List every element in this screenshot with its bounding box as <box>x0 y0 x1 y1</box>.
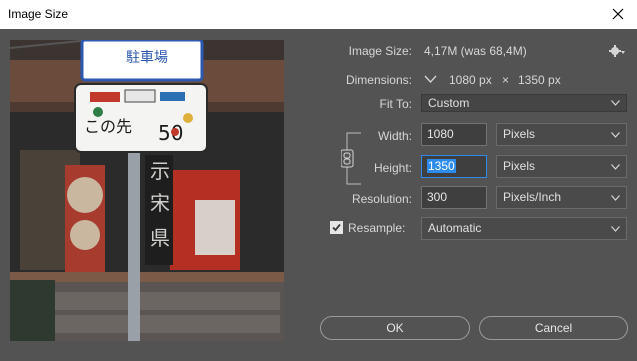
close-icon[interactable] <box>608 4 628 24</box>
preview-picture: 駐車場 この先 50 示 宋 県 <box>10 40 284 341</box>
svg-text:50: 50 <box>158 121 183 145</box>
resample-label: Resample: <box>348 221 406 235</box>
chevron-down-icon <box>611 225 620 232</box>
resolution-value: 300 <box>427 190 448 204</box>
width-value: 1080 <box>427 127 454 141</box>
image-preview[interactable]: 駐車場 この先 50 示 宋 県 <box>10 40 284 341</box>
height-input[interactable]: 1350 <box>421 155 487 178</box>
window-title: Image Size <box>8 7 69 21</box>
width-unit-select[interactable]: Pixels <box>496 123 627 146</box>
fit-to-value: Custom <box>428 96 470 110</box>
resample-value: Automatic <box>428 221 482 235</box>
width-unit-value: Pixels <box>503 127 536 141</box>
chevron-down-icon <box>611 131 620 138</box>
chevron-down-icon <box>611 163 620 170</box>
gear-icon[interactable] <box>609 45 625 57</box>
ok-button[interactable]: OK <box>320 316 470 340</box>
fit-to-select[interactable]: Custom <box>421 94 627 112</box>
height-unit-select[interactable]: Pixels <box>496 155 627 178</box>
width-label: Width: <box>377 129 412 143</box>
resolution-label: Resolution: <box>351 192 412 206</box>
chevron-down-icon <box>611 100 620 106</box>
title-bar: Image Size <box>0 0 637 29</box>
height-unit-value: Pixels <box>503 159 536 173</box>
dimensions-times: × <box>502 73 510 87</box>
resample-select[interactable]: Automatic <box>421 217 627 240</box>
checkmark-icon <box>332 223 341 232</box>
resolution-unit-select[interactable]: Pixels/Inch <box>496 186 627 209</box>
svg-text:この先: この先 <box>84 117 132 136</box>
dimensions-label: Dimensions: <box>345 73 412 87</box>
height-label: Height: <box>373 161 412 175</box>
dimensions-toggle[interactable] <box>424 73 437 86</box>
width-input[interactable]: 1080 <box>421 123 487 146</box>
cancel-button[interactable]: Cancel <box>479 316 628 340</box>
dimensions-width-value: 1080 px <box>449 73 492 87</box>
dimensions-height-value: 1350 px <box>518 73 561 87</box>
resample-checkbox[interactable] <box>330 221 343 234</box>
resolution-unit-value: Pixels/Inch <box>503 190 562 204</box>
height-value: 1350 <box>427 159 456 173</box>
fit-to-label: Fit To: <box>379 97 412 111</box>
chevron-down-icon <box>611 194 620 201</box>
svg-text:示: 示 <box>150 159 170 183</box>
image-size-label: Image Size: <box>348 44 412 58</box>
svg-text:県: 県 <box>150 226 170 250</box>
image-size-value: 4,17M (was 68,4M) <box>424 44 527 58</box>
svg-text:駐車場: 駐車場 <box>126 49 168 66</box>
chevron-down-icon <box>424 75 437 83</box>
svg-text:宋: 宋 <box>150 191 170 215</box>
resolution-input[interactable]: 300 <box>421 186 487 209</box>
